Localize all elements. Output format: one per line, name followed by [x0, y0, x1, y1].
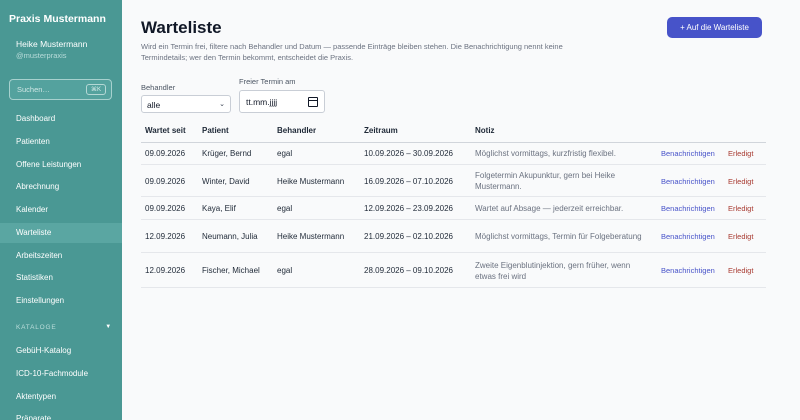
- cell-behandler: egal: [277, 204, 293, 213]
- notify-button[interactable]: Benachrichtigen: [661, 143, 715, 164]
- cell-notiz: Wartet auf Absage — jederzeit erreichbar…: [475, 204, 624, 213]
- cell-zeitraum: 28.09.2026 – 09.10.2026: [364, 266, 453, 275]
- table-row: 12.09.2026 Neumann, Julia Heike Musterma…: [141, 221, 766, 253]
- cell-patient[interactable]: Krüger, Bernd: [202, 143, 251, 164]
- cell-wartet-seit: 12.09.2026: [145, 232, 186, 241]
- add-to-waitlist-button[interactable]: + Auf die Warteliste: [667, 17, 762, 38]
- behandler-select-value: alle: [147, 100, 161, 110]
- brand-title[interactable]: Praxis Mustermann: [9, 13, 106, 25]
- cell-behandler: egal: [277, 266, 293, 275]
- cell-behandler: Heike Mustermann: [277, 176, 345, 186]
- sidebar-item-gebueh-katalog[interactable]: GebüH-Katalog: [0, 341, 122, 361]
- done-button[interactable]: Erledigt: [728, 143, 753, 164]
- sidebar-item-einstellungen[interactable]: Einstellungen: [0, 291, 122, 311]
- behandler-filter-label: Behandler: [141, 83, 176, 92]
- user-name: Heike Mustermann: [16, 39, 88, 49]
- notify-button[interactable]: Benachrichtigen: [661, 166, 715, 196]
- sidebar-section-label: KATALOGE: [16, 324, 57, 331]
- cell-wartet-seit: 09.09.2026: [145, 149, 186, 158]
- sidebar-item-dashboard[interactable]: Dashboard: [0, 109, 122, 129]
- done-button[interactable]: Erledigt: [728, 254, 753, 287]
- main-content: Warteliste Wird ein Termin frei, filtere…: [122, 0, 800, 420]
- done-button[interactable]: Erledigt: [728, 198, 753, 219]
- table-row: 09.09.2026 Winter, David Heike Musterman…: [141, 166, 766, 197]
- column-header-behandler[interactable]: Behandler: [277, 120, 316, 142]
- cell-zeitraum: 10.09.2026 – 30.09.2026: [364, 149, 453, 158]
- done-button[interactable]: Erledigt: [728, 166, 753, 196]
- sidebar-item-icd10-fachmodule[interactable]: ICD-10-Fachmodule: [0, 364, 122, 384]
- termin-date-value: tt.mm.jjjj: [246, 97, 278, 107]
- sidebar-item-praeparate[interactable]: Präparate: [0, 409, 122, 420]
- cell-patient[interactable]: Kaya, Elif: [202, 198, 236, 219]
- table-row: 09.09.2026 Krüger, Bernd egal 10.09.2026…: [141, 143, 766, 165]
- cell-notiz: Möglichst vormittags, kurzfristig flexib…: [475, 149, 616, 158]
- notify-button[interactable]: Benachrichtigen: [661, 221, 715, 252]
- chevron-down-icon: ▼: [105, 324, 112, 330]
- sidebar-item-warteliste[interactable]: Warteliste: [0, 223, 122, 243]
- column-header-notiz[interactable]: Notiz: [475, 120, 495, 142]
- sidebar-item-kalender[interactable]: Kalender: [0, 200, 122, 220]
- cell-notiz: Folgetermin Akupunktur, gern bei Heike M…: [475, 171, 616, 191]
- cell-behandler: egal: [277, 149, 293, 158]
- column-header-wartet-seit[interactable]: Wartet seit: [145, 120, 186, 142]
- cell-wartet-seit: 09.09.2026: [145, 204, 186, 213]
- notify-button[interactable]: Benachrichtigen: [661, 198, 715, 219]
- notify-button[interactable]: Benachrichtigen: [661, 254, 715, 287]
- column-header-patient[interactable]: Patient: [202, 120, 229, 142]
- sidebar-item-abrechnung[interactable]: Abrechnung: [0, 177, 122, 197]
- done-button[interactable]: Erledigt: [728, 221, 753, 252]
- sidebar-item-patienten[interactable]: Patienten: [0, 132, 122, 152]
- cell-wartet-seit: 12.09.2026: [145, 266, 186, 275]
- cell-behandler: Heike Mustermann: [277, 232, 345, 241]
- page-title: Warteliste: [141, 18, 222, 37]
- termin-filter-label: Freier Termin am: [239, 77, 296, 86]
- sidebar-section-kataloge[interactable]: KATALOGE ▼: [16, 324, 112, 334]
- chevron-down-icon: ⌄: [219, 101, 225, 108]
- cell-patient[interactable]: Neumann, Julia: [202, 221, 258, 252]
- search-shortcut-badge: ⌘K: [85, 84, 106, 95]
- sidebar-item-arbeitszeiten[interactable]: Arbeitszeiten: [0, 246, 122, 266]
- table-row: 12.09.2026 Fischer, Michael egal 28.09.2…: [141, 254, 766, 288]
- column-header-zeitraum[interactable]: Zeitraum: [364, 120, 398, 142]
- cell-zeitraum: 12.09.2026 – 23.09.2026: [364, 204, 453, 213]
- cell-zeitraum: 21.09.2026 – 02.10.2026: [364, 232, 453, 241]
- table-row: 09.09.2026 Kaya, Elif egal 12.09.2026 – …: [141, 198, 766, 220]
- cell-notiz: Möglichst vormittags, Termin für Folgebe…: [475, 232, 642, 241]
- user-handle: @musterpraxis: [16, 51, 67, 60]
- cell-zeitraum: 16.09.2026 – 07.10.2026: [364, 176, 453, 186]
- calendar-icon[interactable]: [308, 97, 318, 107]
- sidebar-item-offene-leistungen[interactable]: Offene Leistungen: [0, 155, 122, 175]
- sidebar: Praxis Mustermann Heike Mustermann @must…: [0, 0, 122, 420]
- search-input[interactable]: Suchen… ⌘K: [9, 79, 112, 100]
- cell-notiz: Zweite Eigenblutinjektion, gern früher, …: [475, 260, 631, 281]
- sidebar-item-aktentypen[interactable]: Aktentypen: [0, 387, 122, 407]
- behandler-select[interactable]: alle ⌄: [141, 95, 231, 113]
- termin-date-input[interactable]: tt.mm.jjjj: [239, 90, 325, 113]
- cell-patient[interactable]: Winter, David: [202, 166, 250, 196]
- search-placeholder: Suchen…: [17, 85, 50, 94]
- cell-patient[interactable]: Fischer, Michael: [202, 254, 260, 287]
- cell-wartet-seit: 09.09.2026: [145, 176, 186, 186]
- page-description: Wird ein Termin frei, filtere nach Behan…: [141, 42, 563, 62]
- sidebar-item-statistiken[interactable]: Statistiken: [0, 268, 122, 288]
